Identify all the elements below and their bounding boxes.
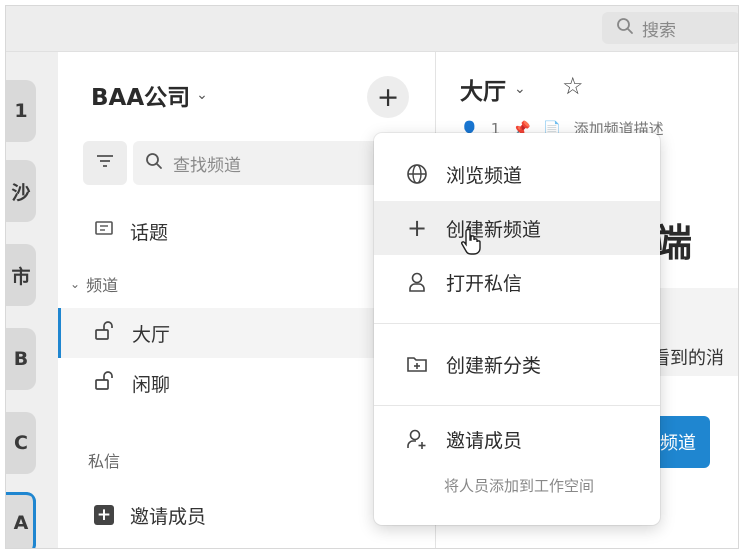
unlock-icon xyxy=(94,320,116,346)
sidebar-item-label: 话题 xyxy=(130,221,169,244)
sidebar-item-label: 闲聊 xyxy=(132,373,171,396)
plus-icon: + xyxy=(376,81,400,113)
folder-plus-icon xyxy=(406,354,428,374)
menu-item-open-dm[interactable]: 打开私信 xyxy=(374,255,660,309)
global-search[interactable]: 搜索 xyxy=(602,12,738,44)
chat-icon xyxy=(94,220,114,243)
filter-icon xyxy=(95,153,115,173)
person-icon xyxy=(406,271,428,293)
top-bar: 搜索 xyxy=(6,6,738,52)
workspace-item[interactable]: 沙 xyxy=(6,160,36,222)
chevron-down-icon: ⌄ xyxy=(514,81,526,97)
globe-icon xyxy=(406,163,428,185)
plus-square-icon: + xyxy=(94,505,114,525)
banner-text: 看到的消 xyxy=(652,348,724,369)
global-search-label: 搜索 xyxy=(642,20,676,41)
workspace-item[interactable]: C xyxy=(6,412,36,474)
sidebar-item-label: 邀请成员 xyxy=(130,505,207,528)
channel-title[interactable]: 大厅 ⌄ xyxy=(460,72,526,106)
unlock-icon xyxy=(94,370,116,396)
star-icon[interactable]: ☆ xyxy=(562,72,584,100)
workspace-item[interactable]: B xyxy=(6,328,36,390)
workspace-item[interactable]: 1 xyxy=(6,80,36,142)
dm-section-header: 私信 xyxy=(88,452,121,471)
search-placeholder: 查找频道 xyxy=(173,155,241,176)
search-icon xyxy=(616,17,634,40)
chevron-down-icon: ⌄ xyxy=(196,87,208,103)
menu-item-description: 将人员添加到工作空间 xyxy=(444,477,595,495)
workspace-item-active[interactable]: A xyxy=(6,492,36,548)
workspace-item[interactable]: 市 xyxy=(6,244,36,306)
menu-divider xyxy=(374,405,660,406)
add-button[interactable]: + xyxy=(367,76,409,118)
sidebar-item-label: 大厅 xyxy=(132,323,171,346)
menu-item-browse-channels[interactable]: 浏览频道 xyxy=(374,147,660,201)
person-plus-icon xyxy=(406,428,428,450)
menu-item-create-channel[interactable]: + 创建新频道 xyxy=(374,201,660,255)
chevron-down-icon: ⌄ xyxy=(70,277,81,291)
add-menu: 浏览频道 + 创建新频道 打开私信 创建新分类 邀请成员 将人员添加到工作空间 xyxy=(374,133,660,525)
menu-item-create-category[interactable]: 创建新分类 xyxy=(374,337,660,391)
search-icon xyxy=(145,152,163,175)
plus-icon: + xyxy=(406,214,428,242)
app-window: 搜索 1 沙 市 B C A BAA公司 ⌄ + 查找频道 话题 ⌄ 频道 大厅… xyxy=(5,5,739,549)
channels-section-header[interactable]: ⌄ 频道 xyxy=(70,272,118,296)
menu-item-invite-members[interactable]: 邀请成员 xyxy=(374,421,660,457)
workspace-name: BAA公司 xyxy=(91,85,191,111)
menu-divider xyxy=(374,323,660,324)
workspace-switcher[interactable]: BAA公司 ⌄ xyxy=(91,78,208,112)
workspace-rail: 1 沙 市 B C A xyxy=(6,52,58,548)
hand-cursor-icon xyxy=(461,227,483,259)
filter-button[interactable] xyxy=(83,141,127,185)
